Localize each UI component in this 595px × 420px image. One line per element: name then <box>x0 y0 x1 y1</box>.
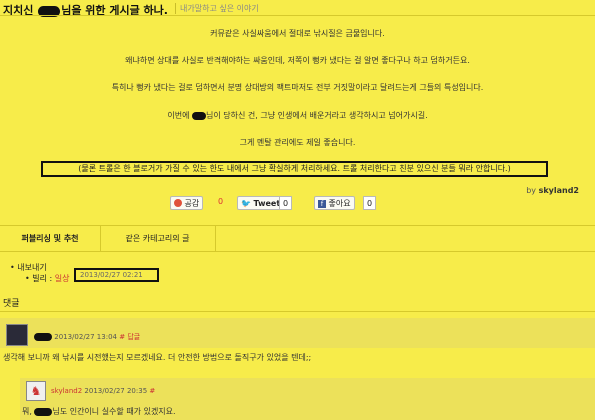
export-sub-item: • 빌리 : 일상 <box>25 273 70 284</box>
byline-author[interactable]: skyland2 <box>539 186 579 195</box>
body-paragraph: 그게 멘탈 관리에도 제일 좋습니다. <box>239 138 356 147</box>
reply-date: 2013/02/27 20:35 <box>84 387 148 395</box>
tweet-label: Tweet <box>253 199 281 208</box>
tweet-count: 0 <box>279 196 293 210</box>
export-label[interactable]: 내보내기 <box>17 263 46 272</box>
p4-suffix: 님이 당하신 건, 그냥 인생에서 배운거라고 생각하시고 넘어가시길. <box>206 111 428 120</box>
reply-permalink[interactable]: # <box>149 387 155 395</box>
export-sub-value[interactable]: 일상 <box>55 274 70 283</box>
comment-meta: 2013/02/27 13:04 # 답글 <box>34 332 140 342</box>
comment-date: 2013/02/27 13:04 <box>54 333 117 341</box>
divider <box>0 251 595 252</box>
facebook-icon: f <box>318 200 326 208</box>
redacted-name <box>34 333 52 341</box>
comments-heading: 댓글 <box>3 299 20 309</box>
reply-text-prefix: 뭐, <box>22 407 32 416</box>
facebook-like-button[interactable]: f 좋아요 <box>314 196 355 210</box>
body-paragraph: 특히나 뻥카 냈다는 걸로 덤하면서 분명 상대방의 팩트마저도 전부 거짓말이… <box>111 83 484 92</box>
body-paragraph: 왜냐하면 상대를 사실로 반격해야하는 싸움인데, 저쪽이 뻥카 냈다는 걸 알… <box>125 56 470 65</box>
redacted-name <box>192 111 207 120</box>
like-button[interactable]: 공감 <box>170 196 204 210</box>
byline: by skyland2 <box>526 186 579 195</box>
body-paragraph: 이번에 님이 당하신 건, 그냥 인생에서 배운거라고 생각하시고 넘어가시길. <box>0 110 595 121</box>
twitter-icon: 🐦 <box>241 199 251 208</box>
avatar[interactable] <box>6 324 28 346</box>
export-sub-label: 빌리 : <box>32 274 53 283</box>
highlighted-note: (물론 트롤은 한 블로거가 가질 수 있는 한도 내에서 그냥 확실하게 처리… <box>41 161 548 177</box>
body-paragraph: 커뮤같은 사실싸움에서 절대로 낚시질은 금물입니다. <box>210 29 385 38</box>
reply-author[interactable]: skyland2 <box>51 387 82 395</box>
byline-by: by <box>526 186 537 195</box>
comment-permalink[interactable]: # <box>119 333 125 341</box>
facebook-count: 0 <box>363 196 377 210</box>
tab-publishing[interactable]: 퍼블리싱 및 추천 <box>0 226 101 251</box>
tab-same-category[interactable]: 같은 카테고리의 글 <box>100 226 216 251</box>
comment-text: 생각해 보니까 왜 낚시를 시전했는지 모르겠네요. 더 안전한 방법으로 돌직… <box>3 353 312 362</box>
like-icon <box>174 199 182 207</box>
bullet-icon: • <box>25 274 30 283</box>
like-label: 공감 <box>184 199 200 208</box>
avatar[interactable]: ♞ <box>26 381 46 401</box>
category-link[interactable]: 내가말하고 싶은 이야기 <box>175 3 259 14</box>
export-timestamp: 2013/02/27 02:21 <box>74 268 159 282</box>
p4-prefix: 이번에 <box>167 111 190 120</box>
export-item: • 내보내기 <box>10 262 47 273</box>
reply-text: 뭐, 님도 인간이니 실수할 때가 있겠지요. <box>22 406 176 417</box>
like-count: 0 <box>218 197 224 206</box>
divider <box>0 311 595 312</box>
tweet-button[interactable]: 🐦 Tweet <box>237 196 285 210</box>
user-icon: ♞ <box>30 384 42 398</box>
facebook-like-label: 좋아요 <box>328 199 351 208</box>
reply-text-suffix: 님도 인간이니 실수할 때가 있겠지요. <box>52 407 176 416</box>
redacted-name <box>34 407 53 416</box>
divider <box>0 15 595 16</box>
bullet-icon: • <box>10 263 15 272</box>
reply-meta: skyland2 2013/02/27 20:35 # <box>51 387 155 395</box>
reply-link[interactable]: 답글 <box>127 333 140 341</box>
